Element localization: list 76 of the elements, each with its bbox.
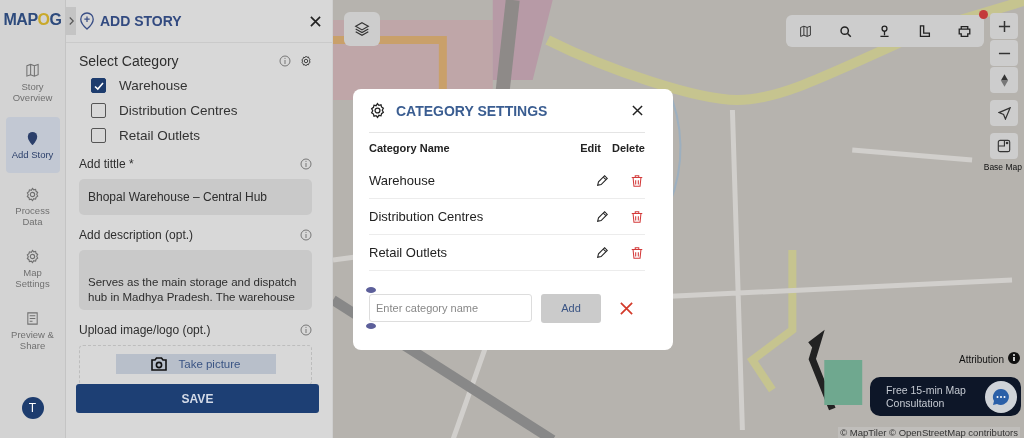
layers-button[interactable]: [344, 12, 380, 46]
panel-title: ADD STORY: [100, 13, 182, 29]
close-icon[interactable]: [310, 15, 321, 27]
close-icon[interactable]: [632, 105, 643, 116]
zoom-in-button[interactable]: [990, 13, 1018, 39]
field-label: Add tittle *: [79, 157, 134, 171]
printer-icon[interactable]: [957, 24, 971, 38]
title-field[interactable]: Bhopal Warehouse – Central Hub: [79, 179, 312, 215]
gear-icon: [25, 249, 40, 264]
locate-button[interactable]: [990, 100, 1018, 126]
map-icon: [25, 63, 40, 78]
description-field[interactable]: Serves as the main storage and dispatch hub in Madhya Pradesh. The warehouse: [79, 250, 312, 310]
checkbox[interactable]: [91, 103, 106, 118]
save-button[interactable]: SAVE: [76, 384, 319, 413]
pin-icon: [25, 130, 40, 146]
field-label: Upload image/logo (opt.): [79, 323, 211, 337]
navigation-arrow-icon: [997, 106, 1011, 120]
pencil-icon[interactable]: [595, 245, 609, 260]
handle-icon[interactable]: [366, 287, 376, 293]
nav-item[interactable]: Story Overview: [5, 55, 60, 111]
checkbox-label: Warehouse: [119, 78, 188, 93]
logo: MAPOG: [3, 10, 62, 30]
category-name: Retail Outlets: [369, 245, 449, 260]
nav-item[interactable]: Process Data: [5, 179, 60, 235]
category-name-field[interactable]: Enter category name: [369, 294, 532, 322]
pin-icon[interactable]: [878, 24, 892, 38]
pencil-icon[interactable]: [595, 209, 609, 224]
compass-button[interactable]: [990, 67, 1018, 93]
base-map-button[interactable]: [990, 133, 1018, 159]
collapse-button[interactable]: [66, 7, 76, 35]
attribution-label[interactable]: Attribution: [958, 353, 1004, 365]
nav-item[interactable]: Map Settings: [5, 241, 60, 297]
cancel-icon[interactable]: [619, 300, 634, 316]
nav-item[interactable]: Add Story: [5, 117, 60, 173]
checkbox-label: Distribution Centres: [119, 103, 238, 118]
base-map-label: Base Map: [983, 162, 1022, 172]
pin-icon: [79, 12, 95, 30]
avatar[interactable]: T: [21, 397, 44, 419]
compass-icon: [999, 72, 1009, 88]
settings-icon[interactable]: [300, 55, 312, 67]
plus-icon: [997, 19, 1011, 33]
column-header: Delete: [611, 142, 645, 154]
checkbox[interactable]: [91, 78, 106, 93]
consultation-text: Free 15-min Map Consultation: [886, 383, 967, 410]
column-header: Category Name: [369, 142, 451, 154]
chat-icon: [991, 386, 1011, 407]
pencil-icon[interactable]: [595, 173, 609, 188]
gear-icon: [25, 187, 40, 202]
section-label: Select Category: [79, 53, 179, 69]
chat-button[interactable]: [985, 380, 1017, 413]
trash-icon[interactable]: [630, 209, 644, 224]
column-header: Edit: [580, 142, 601, 154]
search-icon[interactable]: [838, 24, 852, 38]
take-picture-button[interactable]: Take picture: [115, 354, 276, 374]
copyright-text: © MapTiler © OpenStreetMap contributors: [838, 427, 1020, 438]
trash-icon[interactable]: [630, 173, 644, 188]
field-label: Add description (opt.): [79, 228, 194, 242]
checkbox[interactable]: [91, 128, 106, 143]
dialog-title: CATEGORY SETTINGS: [396, 102, 548, 119]
category-name: Warehouse: [369, 173, 436, 188]
category-name: Distribution Centres: [369, 209, 485, 224]
document-icon: [25, 311, 40, 326]
base-map-icon: [997, 139, 1011, 153]
ruler-icon[interactable]: [918, 24, 932, 38]
settings-icon: [369, 102, 386, 119]
checkbox-label: Retail Outlets: [119, 128, 201, 143]
info-icon[interactable]: [1008, 352, 1020, 366]
consultation-banner[interactable]: Free 15-min Map Consultation: [870, 377, 1021, 416]
add-button[interactable]: Add: [541, 293, 601, 323]
map-icon[interactable]: [799, 24, 813, 38]
trash-icon[interactable]: [630, 245, 644, 260]
chevron-icon: [67, 16, 75, 26]
nav-item[interactable]: Preview & Share: [5, 303, 60, 359]
handle-icon[interactable]: [366, 323, 376, 329]
layers-icon: [353, 20, 371, 38]
camera-icon: [150, 356, 169, 372]
